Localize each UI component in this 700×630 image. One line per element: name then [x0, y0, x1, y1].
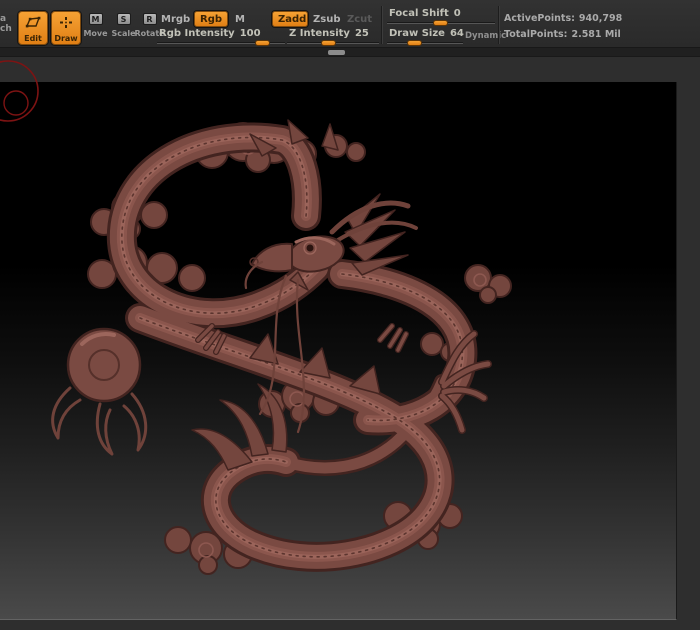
scale-button-label: Scale [111, 29, 136, 38]
focal-shift-handle[interactable] [433, 20, 448, 26]
zadd-button[interactable]: Zadd [272, 11, 308, 27]
edit-gyro-icon [19, 15, 47, 31]
snout [251, 242, 293, 273]
draw-size-handle[interactable] [407, 40, 422, 46]
zsub-button[interactable]: Zsub [313, 14, 340, 25]
scale-button[interactable]: S Scale [110, 11, 137, 43]
draw-size-track[interactable] [387, 42, 463, 44]
move-button-label: Move [83, 29, 108, 38]
dragon-relief-sculpt [51, 119, 512, 575]
scale-icon: S [116, 13, 131, 25]
shelf-scrollbar[interactable] [0, 48, 700, 57]
dynamic-toggle[interactable]: Dynamic [465, 31, 506, 41]
rgb-button[interactable]: Rgb [194, 11, 228, 27]
rgb-intensity-slider[interactable]: Rgb Intensity 100 [157, 28, 285, 46]
top-shelf-toolbar: a ch Edit Draw M Move S Scale R Rotate M… [0, 0, 700, 48]
active-points-readout: ActivePoints: 940,798 [504, 13, 623, 24]
z-intensity-slider[interactable]: Z Intensity 25 [287, 28, 379, 46]
focal-shift-value: 0 [453, 8, 461, 19]
z-intensity-label: Z Intensity [289, 28, 350, 39]
draw-crosshair-icon [52, 15, 80, 31]
document-canvas[interactable] [0, 82, 677, 620]
shelf-scrollbar-handle[interactable] [328, 50, 345, 55]
dragon-body-outline [106, 122, 478, 572]
zcut-button[interactable]: Zcut [347, 14, 372, 25]
draw-size-label: Draw Size [389, 28, 445, 39]
move-icon: M [88, 13, 103, 25]
rgb-intensity-handle[interactable] [255, 40, 270, 46]
draw-button[interactable]: Draw [51, 11, 81, 45]
focal-shift-slider[interactable]: Focal Shift 0 [387, 8, 495, 26]
rgb-intensity-label: Rgb Intensity [159, 28, 235, 39]
draw-button-label: Draw [54, 34, 78, 43]
edit-button[interactable]: Edit [18, 11, 48, 45]
edit-button-label: Edit [24, 34, 42, 43]
zbrush-window: a ch Edit Draw M Move S Scale R Rotate M… [0, 0, 700, 630]
z-intensity-handle[interactable] [321, 40, 336, 46]
toolbar-separator-2 [498, 6, 500, 44]
z-intensity-value: 25 [354, 28, 369, 39]
mrgb-button[interactable]: Mrgb [161, 14, 190, 25]
flaming-pearl [51, 327, 148, 456]
cropped-left-button[interactable]: a ch [0, 14, 12, 34]
rgb-intensity-value: 100 [239, 28, 261, 39]
rotate-icon: R [142, 13, 157, 25]
m-button[interactable]: M [235, 14, 245, 25]
draw-size-value: 64 [449, 28, 464, 39]
eye [306, 244, 314, 252]
focal-shift-label: Focal Shift [389, 8, 449, 19]
workspace [0, 58, 700, 630]
total-points-readout: TotalPoints: 2.581 Mil [504, 29, 621, 40]
draw-size-slider[interactable]: Draw Size 64 [387, 28, 464, 46]
move-button[interactable]: M Move [82, 11, 109, 43]
toolbar-separator [381, 6, 383, 44]
